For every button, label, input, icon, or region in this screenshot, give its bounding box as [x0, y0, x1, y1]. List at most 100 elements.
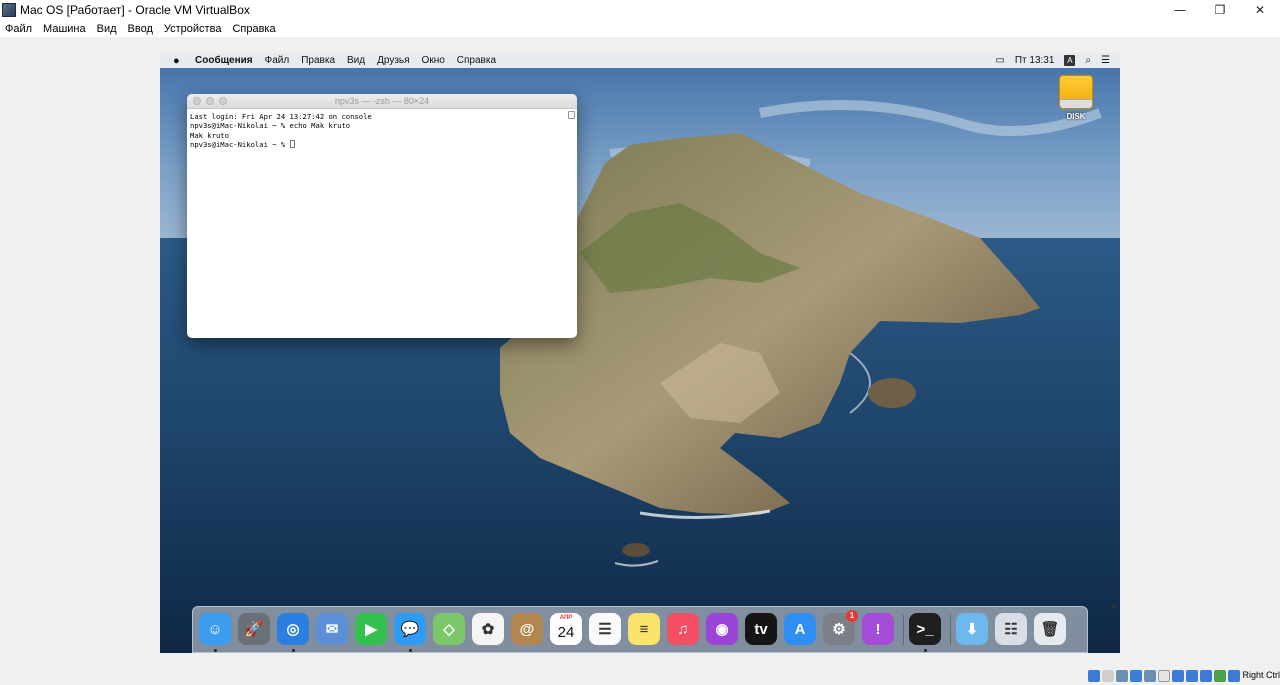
mac-menu-buddies[interactable]: Друзья	[377, 55, 409, 66]
terminal-scroll-indicator[interactable]	[568, 111, 575, 119]
host-menu-input[interactable]: Ввод	[128, 23, 153, 35]
terminal-line: npv3s@iMac-Nikolai ~ % echo Mak kruto	[190, 121, 351, 131]
host-titlebar: Mac OS [Работает] - Oracle VM VirtualBox…	[0, 0, 1280, 20]
menubar-clock[interactable]: Пт 13:31	[1015, 55, 1055, 66]
maps-icon[interactable]: ◇	[433, 613, 465, 645]
dock-separator	[950, 615, 951, 645]
shared-folders-status-icon[interactable]	[1144, 670, 1156, 682]
dock-glyph: ▶	[365, 621, 377, 638]
contacts-icon[interactable]: @	[511, 613, 543, 645]
video-capture-status-icon[interactable]	[1172, 670, 1184, 682]
dock-glyph: ◉	[715, 621, 729, 638]
optical-drive-status-icon[interactable]	[1102, 670, 1114, 682]
running-indicator	[924, 649, 927, 652]
terminal-window[interactable]: npv3s — -zsh — 80×24 Last login: Fri Apr…	[187, 94, 577, 338]
notification-badge: 1	[846, 610, 858, 622]
notification-center-icon[interactable]: ☰	[1101, 55, 1110, 66]
display-status-icon[interactable]	[1158, 670, 1170, 682]
window-title: Mac OS [Работает] - Oracle VM VirtualBox	[20, 3, 250, 17]
dock-glyph: ⚙	[832, 621, 846, 638]
host-menu-file[interactable]: Файл	[5, 23, 32, 35]
host-menu-machine[interactable]: Машина	[43, 23, 86, 35]
reminders-icon[interactable]: ☰	[589, 613, 621, 645]
mac-menu-help[interactable]: Справка	[457, 55, 496, 66]
tv-icon[interactable]: tv	[745, 613, 777, 645]
music-icon[interactable]: ♫	[667, 613, 699, 645]
calendar-day-label: 24	[557, 623, 575, 641]
dock-glyph: A	[794, 620, 806, 638]
dock-glyph: ◇	[443, 621, 455, 638]
dock-glyph: tv	[754, 620, 768, 638]
facetime-icon[interactable]: ▶	[355, 613, 387, 645]
launchpad-icon[interactable]: 🚀	[238, 613, 270, 645]
calendar-month-label: АПР	[559, 615, 573, 621]
terminal-prompt: npv3s@iMac-Nikolai ~ %	[190, 139, 290, 149]
terminal-icon[interactable]: >_	[909, 613, 941, 645]
running-indicator	[214, 649, 217, 652]
terminal-output[interactable]: Last login: Fri Apr 24 13:27:42 on conso…	[187, 109, 577, 152]
dock-glyph: 🚀	[244, 621, 264, 638]
mouse-pointer-icon: ↖	[1110, 600, 1121, 614]
dock-glyph: @	[519, 620, 535, 638]
dock-glyph: ☺	[207, 620, 223, 638]
audio-status-icon[interactable]	[1088, 670, 1100, 682]
podcasts-icon[interactable]: ◉	[706, 613, 738, 645]
recents-stack-icon[interactable]: ☷	[995, 613, 1027, 645]
terminal-titlebar[interactable]: npv3s — -zsh — 80×24	[187, 94, 577, 109]
host-menu-view[interactable]: Вид	[97, 23, 117, 35]
terminal-prompt-line: npv3s@iMac-Nikolai ~ %	[190, 139, 574, 149]
app-menu-messages[interactable]: Сообщения	[195, 55, 253, 66]
feedback-icon[interactable]: !	[862, 613, 894, 645]
dock-glyph: ⬇	[965, 621, 979, 638]
virtualization-status-icon[interactable]	[1186, 670, 1198, 682]
close-button[interactable]: ✕	[1240, 0, 1280, 20]
disk-label: DISK	[1066, 112, 1086, 121]
apple-menu-icon[interactable]: ●	[173, 55, 183, 67]
host-key-label: Right Ctrl	[1242, 670, 1280, 680]
desktop-disk[interactable]: DISK	[1058, 75, 1094, 121]
calendar-icon[interactable]: АПР 24	[550, 613, 582, 645]
messages-icon[interactable]: 💬	[394, 613, 426, 645]
input-source-icon[interactable]: A	[1064, 55, 1076, 66]
app-store-icon[interactable]: A	[784, 613, 816, 645]
display-mirroring-icon[interactable]: ▭	[995, 55, 1004, 66]
dock-glyph: ☷	[1004, 621, 1018, 638]
running-indicator	[409, 649, 412, 652]
mac-menu-window[interactable]: Окно	[422, 55, 445, 66]
safari-icon[interactable]: ◎	[277, 613, 309, 645]
usb-status-icon[interactable]	[1116, 670, 1128, 682]
guest-screen[interactable]: ● Сообщения Файл Правка Вид Друзья Окно …	[160, 53, 1120, 653]
mac-menu-file[interactable]: Файл	[265, 55, 290, 66]
terminal-title: npv3s — -zsh — 80×24	[334, 96, 430, 106]
mac-menu-edit[interactable]: Правка	[301, 55, 335, 66]
system-preferences-icon[interactable]: ⚙ 1	[823, 610, 858, 645]
menubar-status-area: ▭ Пт 13:31 A ⌕ ☰	[995, 53, 1120, 68]
terminal-line: Mak kruto	[190, 130, 229, 140]
status-device-icons	[1088, 670, 1240, 682]
dock-glyph: ✿	[481, 621, 495, 638]
mouse-integration-status-icon[interactable]	[1214, 670, 1226, 682]
notes-icon[interactable]: ≡	[628, 613, 660, 645]
host-menu-devices[interactable]: Устройства	[164, 23, 222, 35]
mail-icon[interactable]: ✉	[316, 613, 348, 645]
dock-separator	[903, 615, 904, 645]
host-menubar: Файл Машина Вид Ввод Устройства Справка	[0, 20, 1280, 37]
spotlight-search-icon[interactable]: ⌕	[1085, 55, 1091, 66]
downloads-icon[interactable]: ⬇	[956, 613, 988, 645]
photos-icon[interactable]: ✿	[472, 613, 504, 645]
dock-glyph: ≡	[639, 620, 649, 638]
mac-menu-view[interactable]: Вид	[347, 55, 365, 66]
minimize-button[interactable]: —	[1160, 0, 1200, 20]
keyboard-status-icon[interactable]	[1228, 670, 1240, 682]
macos-menubar: ● Сообщения Файл Правка Вид Друзья Окно …	[160, 53, 1120, 68]
dock: ☺ 🚀 ◎ ✉ ▶ 💬 ◇ ✿ @ АПР 24 ☰ ≡ ♫ ◉ tv A ⚙ 1! >_ ⬇ ☷ 🗑	[192, 606, 1088, 653]
trash-icon[interactable]: 🗑	[1034, 613, 1066, 645]
cpu-status-icon[interactable]	[1200, 670, 1212, 682]
restore-button[interactable]: ❐	[1200, 0, 1240, 20]
network-status-icon[interactable]	[1130, 670, 1142, 682]
terminal-line: Last login: Fri Apr 24 13:27:42 on conso…	[190, 112, 372, 121]
host-menu-help[interactable]: Справка	[232, 23, 275, 35]
finder-icon[interactable]: ☺	[199, 613, 231, 645]
running-indicator	[292, 649, 295, 652]
window-controls: — ❐ ✕	[1160, 0, 1280, 20]
